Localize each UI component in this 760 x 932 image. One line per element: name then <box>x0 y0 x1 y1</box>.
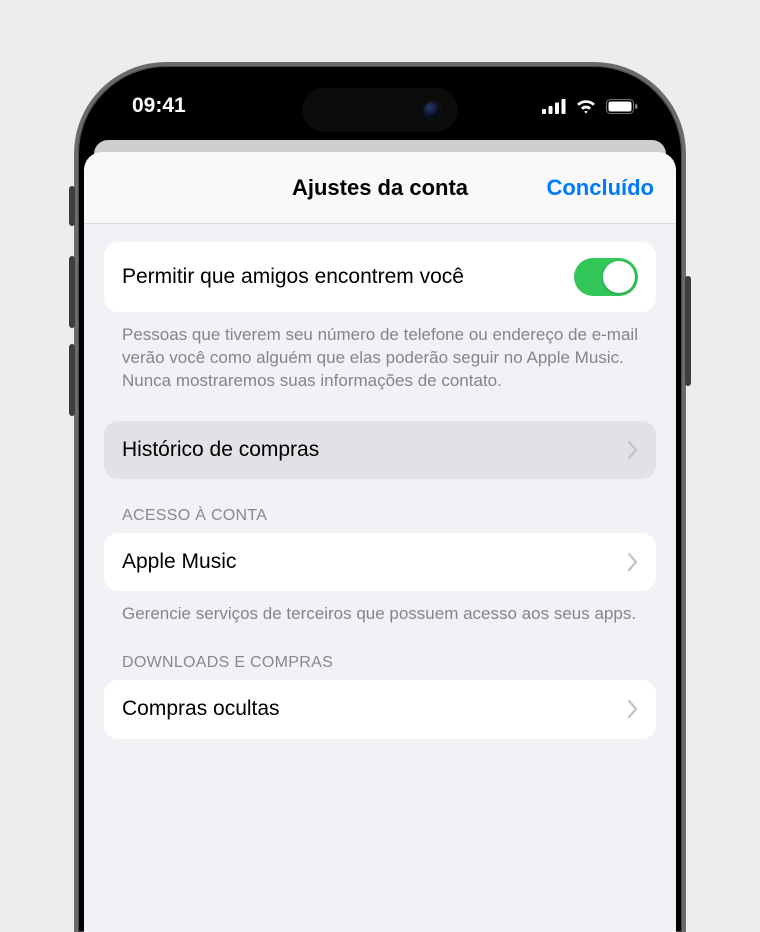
friends-find-row[interactable]: Permitir que amigos encontrem você <box>104 242 656 312</box>
chevron-right-icon <box>628 700 638 718</box>
side-button-silence <box>69 186 75 226</box>
friends-find-label: Permitir que amigos encontrem você <box>122 264 574 290</box>
hidden-purchases-row[interactable]: Compras ocultas <box>104 680 656 738</box>
toggle-knob <box>603 261 635 293</box>
friends-find-description: Pessoas que tiverem seu número de telefo… <box>104 312 656 393</box>
status-indicators <box>542 98 638 114</box>
phone-frame: 09:41 Ajuste <box>74 62 686 932</box>
side-button-volume-down <box>69 344 75 416</box>
dynamic-island <box>302 88 458 132</box>
side-button-volume-up <box>69 256 75 328</box>
account-access-card: Apple Music <box>104 533 656 591</box>
status-time: 09:41 <box>132 94 186 118</box>
purchase-history-label: Histórico de compras <box>122 437 628 463</box>
hidden-purchases-label: Compras ocultas <box>122 696 628 722</box>
chevron-right-icon <box>628 553 638 571</box>
account-access-footer: Gerencie serviços de terceiros que possu… <box>104 591 656 626</box>
chevron-right-icon <box>628 441 638 459</box>
modal-sheet: Ajustes da conta Concluído Permitir que … <box>84 152 676 932</box>
nav-bar: Ajustes da conta Concluído <box>84 152 676 224</box>
front-camera <box>424 102 440 118</box>
friends-find-card: Permitir que amigos encontrem você <box>104 242 656 312</box>
content-scroll[interactable]: Permitir que amigos encontrem você Pesso… <box>84 224 676 739</box>
friends-find-toggle[interactable] <box>574 258 638 296</box>
downloads-header: DOWNLOADS E COMPRAS <box>104 626 656 680</box>
side-button-power <box>685 276 691 386</box>
purchase-history-row[interactable]: Histórico de compras <box>104 421 656 479</box>
apple-music-label: Apple Music <box>122 549 628 575</box>
apple-music-row[interactable]: Apple Music <box>104 533 656 591</box>
downloads-card: Compras ocultas <box>104 680 656 738</box>
cellular-icon <box>542 99 566 114</box>
done-button[interactable]: Concluído <box>546 175 654 201</box>
wifi-icon <box>575 98 597 114</box>
screen: 09:41 Ajuste <box>84 72 676 932</box>
nav-title: Ajustes da conta <box>292 175 468 201</box>
account-access-header: ACESSO À CONTA <box>104 479 656 533</box>
battery-icon <box>606 99 638 114</box>
